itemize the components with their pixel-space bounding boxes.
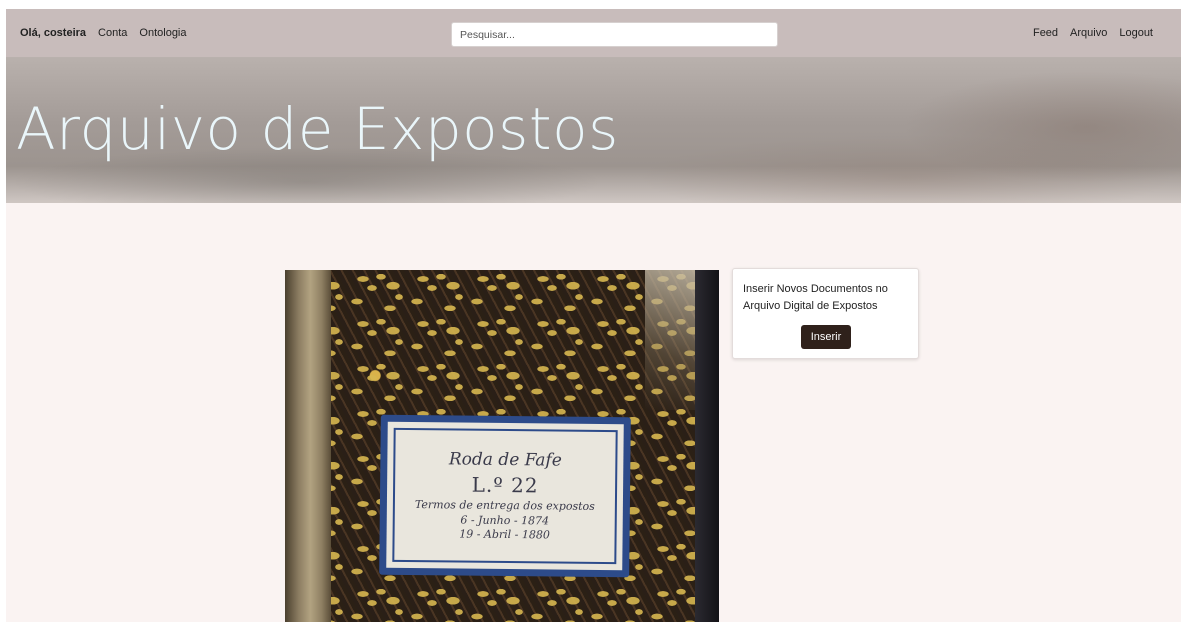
book-label-line: 6 - Junho - 1874 xyxy=(460,513,550,528)
top-navbar: Olá, costeira Conta Ontologia Feed Arqui… xyxy=(6,9,1181,57)
nav-link-conta[interactable]: Conta xyxy=(98,27,127,39)
search-input[interactable] xyxy=(451,22,778,47)
book-spine xyxy=(285,270,331,622)
book-label: Roda de Fafe L.º 22 Termos de entrega do… xyxy=(379,414,631,578)
insert-card-text: Inserir Novos Documentos no Arquivo Digi… xyxy=(743,283,888,312)
book-label-line: Termos de entrega dos expostos xyxy=(414,497,595,513)
book-label-line: L.º 22 xyxy=(471,472,539,498)
hero-banner: Arquivo de Expostos xyxy=(6,57,1181,203)
book-label-paper: Roda de Fafe L.º 22 Termos de entrega do… xyxy=(386,421,624,571)
book-label-frame: Roda de Fafe L.º 22 Termos de entrega do… xyxy=(392,427,618,565)
nav-left-group: Olá, costeira Conta Ontologia xyxy=(20,9,187,57)
insert-button[interactable]: Inserir xyxy=(801,325,851,349)
book-page-edge xyxy=(695,270,719,622)
page-title: Arquivo de Expostos xyxy=(16,95,619,163)
archive-book-image: Roda de Fafe L.º 22 Termos de entrega do… xyxy=(285,270,719,622)
book-label-line: Roda de Fafe xyxy=(448,449,562,471)
nav-link-ontologia[interactable]: Ontologia xyxy=(139,27,186,39)
insert-documents-card: Inserir Novos Documentos no Arquivo Digi… xyxy=(732,268,919,359)
book-label-line: 19 - Abril - 1880 xyxy=(459,527,551,542)
nav-link-logout[interactable]: Logout xyxy=(1119,27,1153,39)
book-worn-corner xyxy=(645,270,695,410)
app-root: Olá, costeira Conta Ontologia Feed Arqui… xyxy=(6,9,1181,622)
nav-right-group: Feed Arquivo Logout xyxy=(1033,9,1153,57)
nav-link-feed[interactable]: Feed xyxy=(1033,27,1058,39)
nav-link-arquivo[interactable]: Arquivo xyxy=(1070,27,1107,39)
user-greeting: Olá, costeira xyxy=(20,27,87,39)
